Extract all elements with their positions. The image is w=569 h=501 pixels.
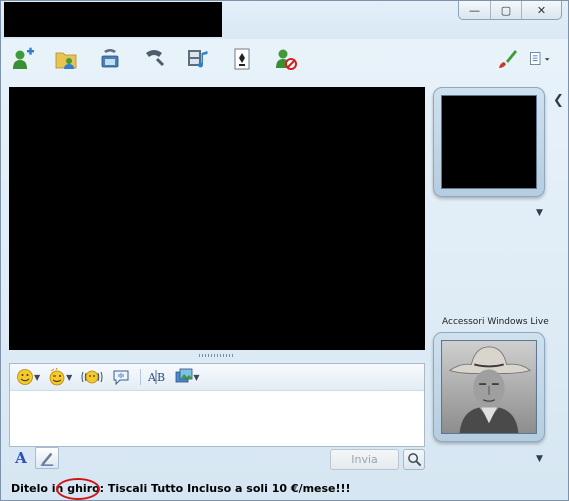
add-contact-icon	[13, 47, 34, 69]
pen-icon	[40, 452, 54, 466]
background-button[interactable]: ▼	[175, 366, 199, 388]
background-image-icon	[175, 368, 193, 383]
own-display-picture[interactable]	[433, 332, 545, 442]
accessories-label: Accessori Windows Live	[442, 317, 549, 327]
toolbar-separator	[140, 369, 142, 385]
search-button[interactable]	[403, 449, 425, 470]
winks-button[interactable]: ▼	[48, 366, 72, 388]
video-call-button[interactable]	[96, 45, 124, 73]
format-toolbar: A	[9, 447, 61, 471]
voice-clip-icon	[113, 370, 129, 386]
red-annotation-circle	[56, 478, 100, 500]
games-icon	[234, 48, 250, 70]
close-button[interactable]: ✕	[521, 1, 561, 19]
media-button[interactable]	[184, 45, 212, 73]
nudge-button[interactable]	[80, 366, 104, 388]
contact-picture-menu-icon[interactable]: ▼	[536, 208, 543, 218]
message-input[interactable]	[10, 392, 424, 446]
show-menu-icon	[530, 52, 550, 65]
share-folder-button[interactable]	[52, 45, 80, 73]
maximize-button[interactable]: ▢	[490, 1, 521, 19]
main-toolbar	[1, 39, 568, 79]
block-contact-button[interactable]	[272, 45, 300, 73]
handwriting-button[interactable]	[35, 447, 59, 469]
search-icon	[407, 453, 421, 467]
block-contact-icon	[276, 49, 297, 70]
compose-toolbar: ▼ ▼ A B ▼	[10, 364, 424, 391]
redacted-title	[4, 2, 222, 37]
call-icon	[146, 50, 165, 67]
window-controls: — ▢ ✕	[458, 1, 562, 20]
title-bar: — ▢ ✕	[1, 1, 568, 39]
translate-icon: A B	[147, 370, 165, 384]
nudge-icon	[81, 370, 103, 384]
smiley-icon	[17, 369, 33, 385]
chevron-down-icon: ▼	[66, 372, 73, 382]
voice-clip-button[interactable]	[112, 366, 130, 388]
resize-grip[interactable]	[199, 354, 235, 357]
wink-icon	[49, 368, 65, 386]
font-button[interactable]: A	[9, 447, 33, 469]
games-button[interactable]	[228, 45, 256, 73]
share-folder-icon	[55, 52, 77, 69]
send-button[interactable]: Invia	[330, 449, 399, 470]
collapse-sidebar-icon[interactable]: ❮	[553, 93, 564, 108]
portrait-photo	[441, 340, 537, 434]
emoticons-button[interactable]: ▼	[16, 366, 40, 388]
font-icon: A	[15, 449, 27, 467]
show-menu-button[interactable]	[523, 45, 557, 73]
contact-picture-placeholder	[441, 95, 537, 189]
add-contact-button[interactable]	[9, 45, 37, 73]
compose-box: ▼ ▼ A B ▼	[9, 363, 425, 447]
translate-button[interactable]: A B	[147, 366, 167, 388]
chevron-down-icon: ▼	[34, 372, 41, 382]
conversation-history[interactable]	[9, 87, 425, 350]
video-call-icon	[101, 49, 119, 68]
call-button[interactable]	[140, 45, 168, 73]
minimize-button[interactable]: —	[459, 1, 490, 19]
svg-text:B: B	[157, 371, 165, 384]
theme-button[interactable]	[493, 45, 521, 73]
cowboy-portrait-image	[442, 341, 536, 433]
ad-text-suffix: Tiscali Tutto Incluso a soli 10 €/mese!!…	[104, 482, 351, 495]
own-picture-menu-icon[interactable]: ▼	[536, 454, 543, 464]
chevron-down-icon: ▼	[193, 372, 200, 382]
chat-window: — ▢ ✕ ▼ ▼ A B ▼ A Invia Ditelo in ghiro:…	[0, 0, 569, 501]
contact-display-picture[interactable]	[433, 87, 545, 197]
media-icon	[188, 50, 208, 68]
svg-text:A: A	[147, 371, 157, 384]
paint-brush-icon	[499, 50, 517, 68]
